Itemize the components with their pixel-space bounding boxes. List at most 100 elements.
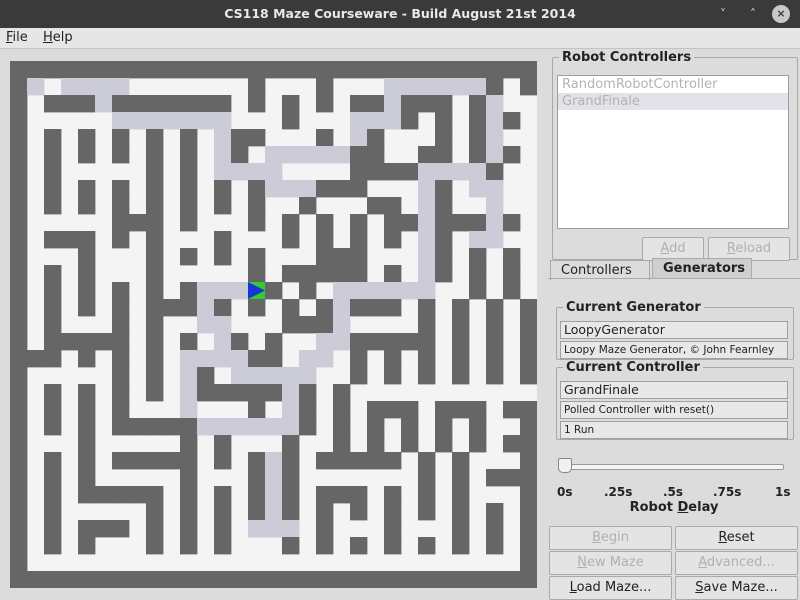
- maze-wall-cell: [180, 537, 198, 555]
- advanced-button[interactable]: Advanced...: [675, 551, 798, 575]
- maze-wall-cell: [486, 469, 504, 487]
- maze-wall-cell: [384, 333, 402, 351]
- robot-controllers-group: Robot Controllers RandomRobotController …: [552, 50, 798, 261]
- maze-wall-cell: [384, 350, 402, 368]
- advanced-label: dvanced...: [706, 555, 775, 570]
- maze-wall-cell: [248, 503, 266, 521]
- maze-wall-cell: [180, 61, 198, 79]
- maze-visited-cell: [27, 78, 45, 96]
- maze-wall-cell: [333, 180, 351, 198]
- new-maze-button[interactable]: New Maze: [549, 551, 672, 575]
- controller-list-item-selected[interactable]: GrandFinale: [558, 93, 788, 110]
- maze-visited-cell: [265, 180, 283, 198]
- maze-wall-cell: [214, 231, 232, 249]
- maze-wall-cell: [452, 61, 470, 79]
- controller-list-item[interactable]: RandomRobotController: [558, 76, 788, 93]
- controller-list[interactable]: RandomRobotController GrandFinale: [557, 75, 789, 229]
- maze-wall-cell: [452, 486, 470, 504]
- maximize-icon[interactable]: ˄: [744, 5, 762, 23]
- maze-wall-cell: [78, 180, 96, 198]
- maze-wall-cell: [350, 95, 368, 113]
- maze-wall-cell: [418, 486, 436, 504]
- maze-wall-cell: [214, 299, 232, 317]
- maze-visited-cell: [282, 520, 300, 538]
- maze-visited-cell: [316, 333, 334, 351]
- save-maze-button[interactable]: Save Maze...: [675, 576, 798, 600]
- maze-visited-cell: [333, 299, 351, 317]
- maze-wall-cell: [401, 61, 419, 79]
- maze-wall-cell: [265, 571, 283, 588]
- maze-wall-cell: [520, 554, 537, 572]
- maze-visited-cell: [350, 112, 368, 130]
- reset-button[interactable]: Reset: [675, 526, 798, 550]
- maze-wall-cell: [350, 248, 368, 266]
- maze-wall-cell: [44, 469, 62, 487]
- close-icon[interactable]: ×: [772, 5, 790, 23]
- maze-wall-cell: [469, 265, 487, 283]
- maze-wall-cell: [27, 61, 45, 79]
- maze-wall-cell: [197, 61, 215, 79]
- maze-wall-cell: [214, 61, 232, 79]
- maze-wall-cell: [78, 95, 96, 113]
- maze-wall-cell: [486, 333, 504, 351]
- maze-wall-cell: [112, 452, 130, 470]
- maze-wall-cell: [146, 384, 164, 402]
- maze-visited-cell: [180, 401, 198, 419]
- maze-wall-cell: [316, 299, 334, 317]
- maze-wall-cell: [367, 571, 385, 588]
- maze-wall-cell: [197, 384, 215, 402]
- reset-label: eset: [726, 530, 755, 545]
- tab-generators[interactable]: Generators: [652, 258, 752, 278]
- maze-visited-cell: [401, 78, 419, 96]
- maze-wall-cell: [316, 214, 334, 232]
- tab-controllers[interactable]: Controllers: [550, 260, 650, 280]
- maze-wall-cell: [316, 571, 334, 588]
- maze-wall-cell: [384, 163, 402, 181]
- maze-visited-cell: [265, 486, 283, 504]
- maze-wall-cell: [384, 214, 402, 232]
- maze-wall-cell: [299, 265, 317, 283]
- robot-delay-slider-track[interactable]: [562, 464, 784, 470]
- maze-wall-cell: [282, 95, 300, 113]
- maze-wall-cell: [78, 571, 96, 588]
- maze-wall-cell: [486, 537, 504, 555]
- maze-wall-cell: [316, 316, 334, 334]
- maze-wall-cell: [350, 486, 368, 504]
- maze-wall-cell: [44, 146, 62, 164]
- maze-wall-cell: [367, 333, 385, 351]
- maze-visited-cell: [333, 282, 351, 300]
- robot-controllers-legend: Robot Controllers: [562, 50, 692, 65]
- maze-wall-cell: [350, 214, 368, 232]
- maze-wall-cell: [10, 112, 28, 130]
- maze-wall-cell: [180, 129, 198, 147]
- maze-wall-cell: [248, 571, 266, 588]
- maze-wall-cell: [435, 401, 453, 419]
- robot-delay-slider-thumb[interactable]: [558, 458, 572, 473]
- menu-help[interactable]: Help: [43, 30, 73, 45]
- begin-button[interactable]: Begin: [549, 526, 672, 550]
- maze-wall-cell: [112, 129, 130, 147]
- maze-visited-cell: [248, 163, 266, 181]
- maze-visited-cell: [486, 129, 504, 147]
- maze-wall-cell: [435, 180, 453, 198]
- minimize-icon[interactable]: ˅: [714, 5, 732, 23]
- load-maze-button[interactable]: Load Maze...: [549, 576, 672, 600]
- maze-visited-cell: [197, 418, 215, 436]
- maze-wall-cell: [10, 95, 28, 113]
- maze-wall-cell: [367, 299, 385, 317]
- maze-visited-cell: [197, 350, 215, 368]
- maze-visited-cell: [418, 282, 436, 300]
- maze-wall-cell: [401, 214, 419, 232]
- maze-wall-cell: [333, 401, 351, 419]
- maze-wall-cell: [248, 469, 266, 487]
- menu-file[interactable]: File: [6, 30, 28, 45]
- maze-visited-cell: [418, 231, 436, 249]
- maze-wall-cell: [112, 95, 130, 113]
- maze-wall-cell: [486, 61, 504, 79]
- robot-delay-label-pre: Robot: [629, 500, 678, 515]
- current-generator-legend: Current Generator: [566, 300, 701, 315]
- load-maze-mnemonic: L: [569, 580, 577, 595]
- maze-wall-cell: [10, 350, 28, 368]
- maze-visited-cell: [78, 78, 96, 96]
- maze-wall-cell: [214, 486, 232, 504]
